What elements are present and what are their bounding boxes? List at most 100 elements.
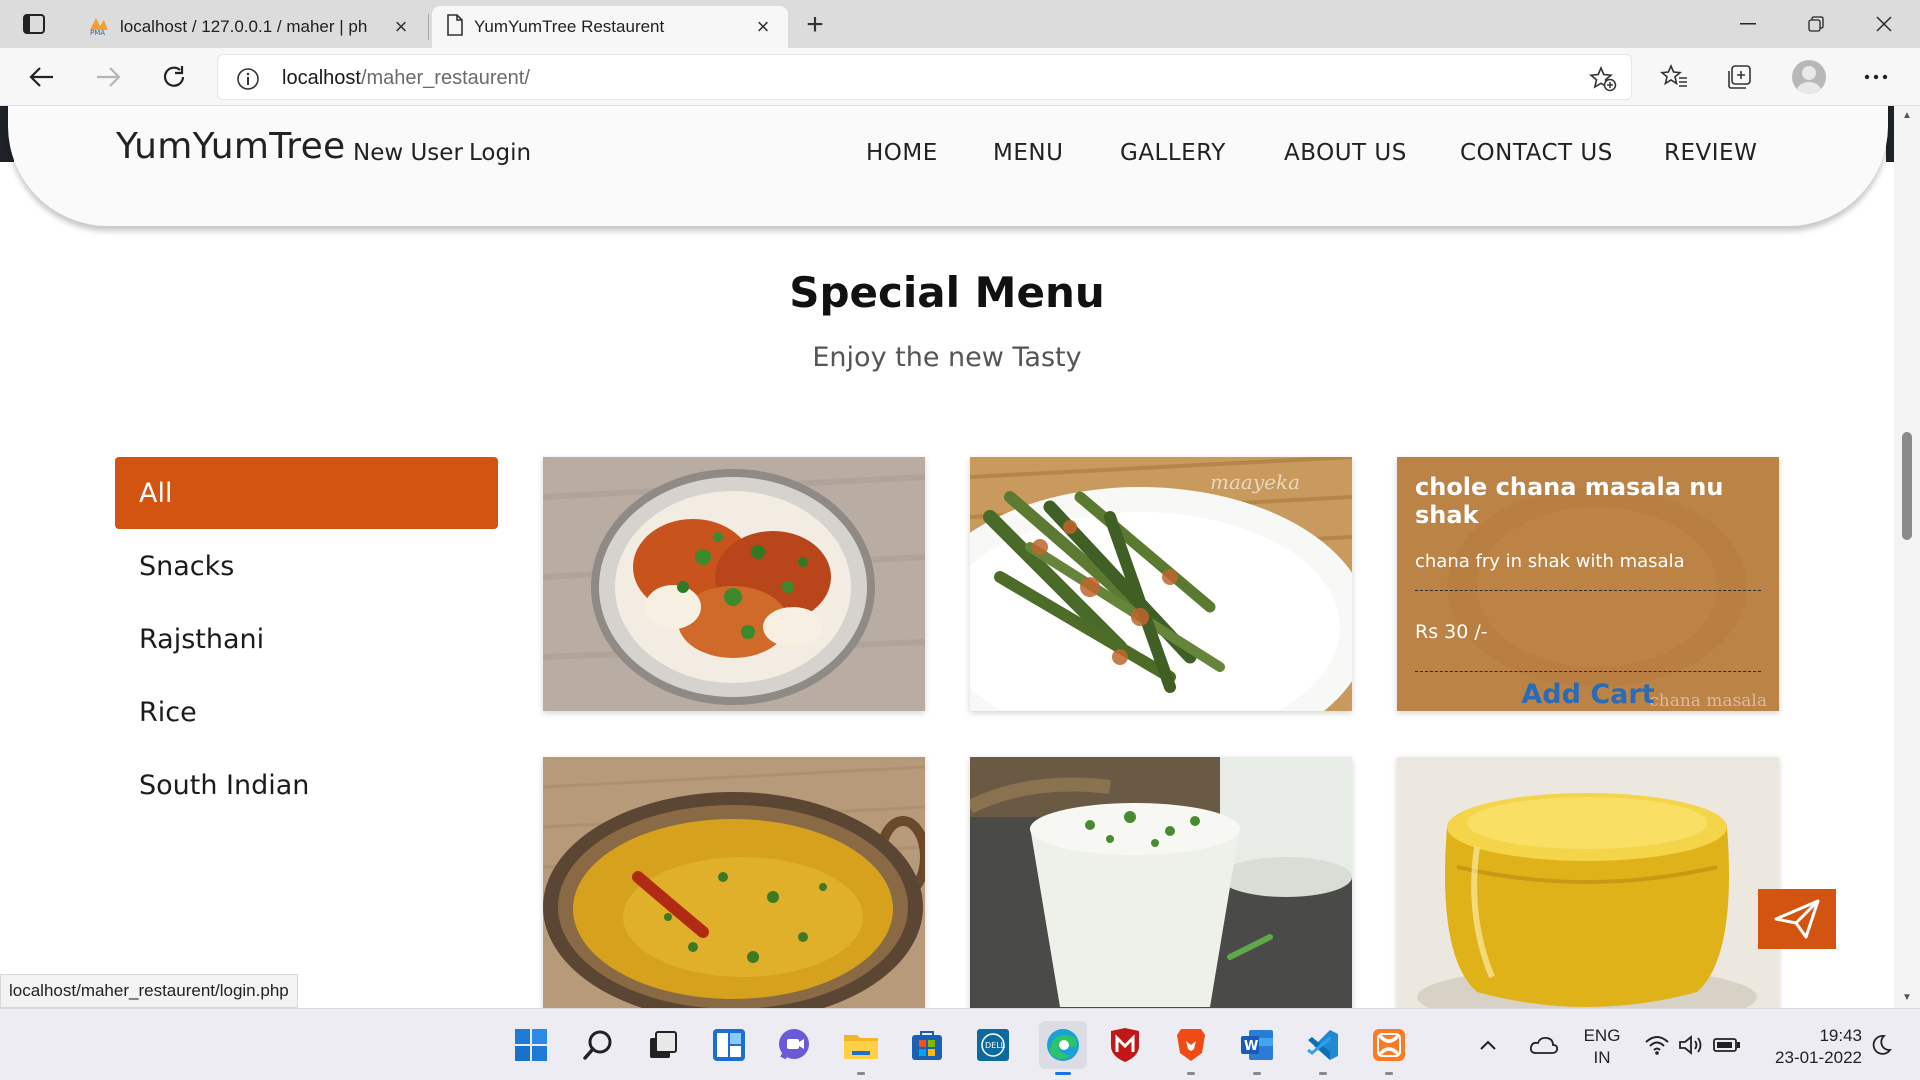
collections-icon[interactable] — [1722, 60, 1758, 94]
running-indicator — [1187, 1072, 1195, 1075]
language-line-2: IN — [1593, 1048, 1611, 1067]
scroll-down-icon[interactable]: ▼ — [1901, 992, 1913, 1004]
menu-item-card-hover[interactable]: chole chana masala nu shak chana fry in … — [1397, 457, 1779, 711]
clock-time: 19:43 — [1819, 1026, 1862, 1045]
site-header: YumYumTree New User Login HOME MENU GALL… — [8, 106, 1888, 226]
reload-icon[interactable] — [156, 60, 192, 94]
search-icon[interactable] — [578, 1025, 618, 1065]
battery-icon[interactable] — [1710, 1025, 1744, 1065]
tab-divider — [428, 14, 429, 40]
food-photo-image — [970, 757, 1352, 1008]
restore-icon[interactable] — [1796, 8, 1836, 40]
food-photo-image — [543, 757, 925, 1008]
menu-item-description: chana fry in shak with masala — [1415, 551, 1685, 572]
menu-item-price: Rs 30 /- — [1415, 621, 1488, 643]
scrollbar-thumb[interactable] — [1902, 432, 1912, 540]
browser-tab-bar: PMA localhost / 127.0.0.1 / maher | ph ×… — [0, 0, 1920, 48]
windows-taskbar: DELL W ENG IN 19:43 23-01-2022 — [0, 1008, 1920, 1080]
url-host: localhost — [282, 67, 361, 89]
site-info-icon[interactable] — [236, 67, 260, 96]
address-bar[interactable]: localhost/maher_restaurent/ — [217, 54, 1632, 100]
mcafee-icon[interactable] — [1105, 1025, 1145, 1065]
language-indicator[interactable]: ENG IN — [1578, 1025, 1626, 1069]
volume-icon[interactable] — [1676, 1025, 1706, 1065]
menu-item-card[interactable] — [970, 757, 1352, 1008]
vscode-icon[interactable] — [1303, 1025, 1343, 1075]
nav-menu[interactable]: MENU — [993, 140, 1063, 166]
tab-yumyumtree[interactable]: YumYumTree Restaurent × — [432, 6, 788, 48]
clock[interactable]: 19:43 23-01-2022 — [1762, 1025, 1862, 1069]
login-link[interactable]: Login — [469, 140, 531, 166]
add-cart-button[interactable]: Add Cart — [1397, 679, 1779, 710]
onedrive-cloud-icon[interactable] — [1526, 1025, 1562, 1065]
close-window-icon[interactable] — [1864, 8, 1904, 40]
brave-icon[interactable] — [1171, 1025, 1211, 1075]
tab-actions-icon[interactable] — [20, 11, 48, 37]
more-options-icon[interactable] — [1858, 60, 1894, 94]
widgets-icon[interactable] — [709, 1025, 749, 1065]
running-indicator — [1385, 1072, 1393, 1075]
edge-icon[interactable] — [1039, 1021, 1087, 1075]
page-scrollbar[interactable]: ▲ ▼ — [1894, 106, 1920, 1008]
status-bar-url: localhost/maher_restaurent/login.php — [0, 974, 298, 1008]
svg-text:DELL: DELL — [985, 1041, 1006, 1050]
divider — [1415, 590, 1761, 591]
close-tab-icon[interactable]: × — [752, 14, 774, 39]
running-indicator — [1253, 1072, 1261, 1075]
photo-watermark: maayeka — [1210, 470, 1300, 494]
clock-date: 23-01-2022 — [1775, 1048, 1862, 1067]
language-line-1: ENG — [1583, 1026, 1621, 1045]
food-photo-image: maayeka — [970, 457, 1352, 711]
running-indicator — [857, 1072, 865, 1075]
menu-item-overlay: chole chana masala nu shak chana fry in … — [1397, 457, 1779, 711]
nav-home[interactable]: HOME — [866, 140, 938, 166]
back-icon[interactable] — [24, 60, 60, 94]
running-indicator — [1319, 1072, 1327, 1075]
page-viewport: YumYumTree New User Login HOME MENU GALL… — [0, 106, 1920, 1008]
menu-item-card[interactable] — [543, 757, 925, 1008]
word-icon[interactable]: W — [1237, 1025, 1277, 1075]
section-subtitle: Enjoy the new Tasty — [812, 342, 1082, 373]
new-user-link[interactable]: New User — [353, 140, 463, 166]
tab-title: localhost / 127.0.0.1 / maher | ph — [120, 17, 368, 36]
forward-icon[interactable] — [90, 60, 126, 94]
xampp-icon[interactable] — [1369, 1025, 1409, 1075]
microsoft-store-icon[interactable] — [907, 1025, 947, 1065]
scroll-up-icon[interactable]: ▲ — [1901, 110, 1913, 122]
dell-icon[interactable]: DELL — [973, 1025, 1013, 1065]
site-logo[interactable]: YumYumTree — [116, 126, 346, 167]
category-rajsthani[interactable]: Rajsthani — [115, 603, 498, 675]
category-all[interactable]: All — [115, 457, 498, 529]
wifi-icon[interactable] — [1642, 1025, 1672, 1065]
browser-toolbar: localhost/maher_restaurent/ — [0, 48, 1920, 106]
category-rice[interactable]: Rice — [115, 676, 498, 748]
minimize-icon[interactable] — [1728, 8, 1768, 40]
send-message-button[interactable] — [1758, 889, 1836, 949]
category-snacks[interactable]: Snacks — [115, 530, 498, 602]
show-hidden-icons-chevron-icon[interactable] — [1476, 1025, 1500, 1065]
windows-start-icon[interactable] — [511, 1025, 551, 1065]
file-explorer-icon[interactable] — [841, 1025, 881, 1075]
menu-item-card[interactable]: maayeka — [970, 457, 1352, 711]
tab-phpmyadmin[interactable]: PMA localhost / 127.0.0.1 / maher | ph × — [74, 6, 426, 48]
nav-contact-us[interactable]: CONTACT US — [1460, 140, 1613, 166]
paper-plane-icon — [1774, 899, 1820, 939]
close-tab-icon[interactable]: × — [390, 14, 412, 39]
tab-title: YumYumTree Restaurent — [474, 17, 665, 36]
notification-moon-icon[interactable] — [1866, 1025, 1896, 1065]
nav-gallery[interactable]: GALLERY — [1120, 140, 1226, 166]
category-south-indian[interactable]: South Indian — [115, 749, 498, 821]
profile-avatar[interactable] — [1792, 60, 1826, 94]
nav-about-us[interactable]: ABOUT US — [1284, 140, 1407, 166]
task-view-icon[interactable] — [643, 1025, 683, 1065]
favorites-icon[interactable] — [1656, 60, 1692, 94]
menu-item-card[interactable] — [1397, 757, 1779, 1008]
menu-item-card[interactable] — [543, 457, 925, 711]
url-text: localhost/maher_restaurent/ — [282, 67, 530, 90]
svg-text:W: W — [1244, 1039, 1258, 1054]
nav-review[interactable]: REVIEW — [1664, 140, 1757, 166]
divider — [1415, 671, 1761, 672]
new-tab-icon[interactable]: + — [800, 8, 830, 41]
add-favorite-icon[interactable] — [1589, 65, 1617, 97]
chat-icon[interactable] — [775, 1025, 815, 1065]
